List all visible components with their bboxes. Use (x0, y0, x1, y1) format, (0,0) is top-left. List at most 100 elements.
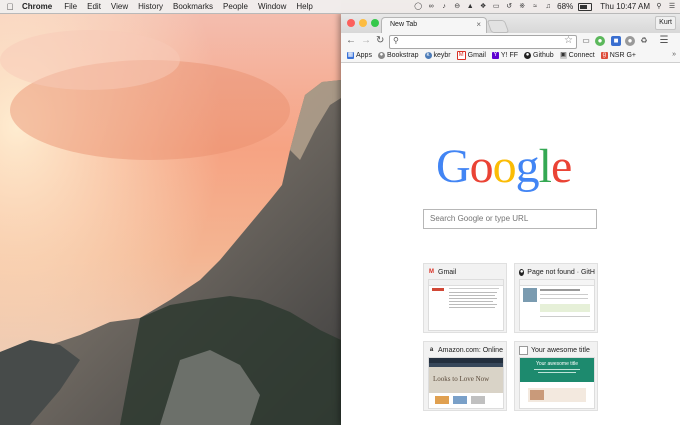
tile-header: M Gmail (428, 267, 504, 277)
google-logo-letter: o (492, 140, 517, 193)
apps-grid-icon: ▦ (347, 52, 354, 59)
profile-button[interactable]: Kurt (655, 16, 676, 30)
tab-title: New Tab (390, 21, 418, 28)
tile-title: Amazon.com: Online (438, 346, 503, 354)
bookstrap-icon: ● (377, 52, 385, 59)
tile-title: Page not found · GitH (527, 268, 595, 276)
spotlight-search-icon[interactable]: ⚲ (655, 3, 663, 11)
google-logo-letter: G (436, 140, 471, 193)
tile-header: Your awesome title (519, 345, 595, 355)
bookmark-nsr-gplus[interactable]: g NSR G+ (600, 52, 636, 59)
github-icon: ● (519, 268, 525, 276)
omnibox[interactable]: ⚲ ☆ (389, 35, 577, 49)
google-logo-letter: l (538, 140, 552, 193)
google-logo-letter: g (515, 140, 540, 193)
most-visited-tile-gmail[interactable]: M Gmail (423, 263, 507, 333)
bookmark-star-icon[interactable]: ☆ (564, 35, 573, 46)
wifi-icon[interactable]: ≈ (531, 3, 539, 11)
airplay-icon[interactable]: ▭ (492, 3, 500, 11)
bookmark-connect[interactable]: ▣ Connect (559, 52, 595, 59)
extension-blue-icon[interactable]: ■ (611, 36, 621, 46)
bookmark-keybr[interactable]: k keybr (424, 52, 451, 59)
bookmark-bookstrap[interactable]: ● Bookstrap (377, 52, 419, 59)
bookmarks-overflow-icon[interactable]: » (672, 51, 676, 58)
battery-percent[interactable]: 68% (557, 2, 573, 11)
battery-icon[interactable] (578, 2, 593, 11)
close-window-button[interactable] (347, 19, 355, 27)
status-circle-icon[interactable]: ◯ (414, 3, 422, 11)
menu-icon[interactable]: ☰ (659, 36, 669, 46)
tile-header: ● Page not found · GitH (519, 267, 595, 277)
gmail-icon: M (456, 51, 466, 60)
menu-extras: ◯ ∞ ♪ ⊖ ▲ ❖ ▭ ↺ ※ ≈ ♫ 68% Thu 10:47 AM ⚲… (414, 0, 676, 13)
disconnect-icon[interactable]: ● (625, 36, 635, 46)
search-box[interactable] (423, 209, 597, 229)
gmail-icon: M (429, 268, 434, 275)
recycle-icon[interactable]: ♻ (639, 36, 649, 46)
browser-toolbar: ← → ↻ ⚲ ☆ ▭ ● ■ ● ♻ ☰ (341, 33, 680, 49)
dropbox-icon[interactable]: ❖ (479, 3, 487, 11)
tile-thumbnail (428, 279, 504, 331)
menu-edit[interactable]: Edit (82, 2, 106, 11)
new-tab-button[interactable] (486, 20, 510, 33)
cast-icon[interactable]: ▭ (581, 36, 591, 46)
time-machine-icon[interactable]: ↺ (505, 3, 513, 11)
bookmark-label: Github (533, 52, 554, 59)
google-plus-icon: g (600, 52, 608, 59)
menu-bookmarks[interactable]: Bookmarks (168, 2, 218, 11)
menu-help[interactable]: Help (291, 2, 317, 11)
menu-bar:  Chrome File Edit View History Bookmark… (0, 0, 680, 14)
back-arrow-icon[interactable]: ← (346, 35, 356, 47)
notification-center-icon[interactable]: ☰ (668, 3, 676, 11)
menu-file[interactable]: File (59, 2, 82, 11)
menu-clock[interactable]: Thu 10:47 AM (600, 2, 650, 11)
keybr-icon: k (424, 52, 432, 59)
google-logo-letter: e (551, 140, 572, 193)
tile-header: a Amazon.com: Online (428, 345, 504, 355)
bookmark-github[interactable]: ● Github (524, 52, 554, 59)
maximize-window-button[interactable] (371, 19, 379, 27)
tab-new-tab[interactable]: New Tab × (381, 17, 487, 34)
bookmark-label: keybr (433, 52, 451, 59)
evernote-icon[interactable]: ● (595, 36, 605, 46)
bookmark-yahoo[interactable]: Y Y! FF (491, 52, 518, 59)
github-icon: ● (524, 52, 532, 59)
bell-icon[interactable]: ♪ (440, 3, 448, 11)
search-input[interactable] (428, 213, 592, 224)
tile-thumbnail: Your awesome title (519, 357, 595, 409)
google-logo: Google (436, 140, 572, 193)
menu-people[interactable]: People (218, 2, 253, 11)
no-entry-icon[interactable]: ⊖ (453, 3, 461, 11)
tile-title: Your awesome title (531, 346, 590, 354)
bookmark-label: Connect (568, 52, 595, 59)
volume-icon[interactable]: ♫ (544, 3, 552, 11)
bookmarks-bar: ▦ Apps ● Bookstrap k keybr M Gmail Y Y! … (341, 49, 680, 63)
most-visited-tile-github[interactable]: ● Page not found · GitH (514, 263, 598, 333)
search-icon: ⚲ (393, 36, 399, 45)
upload-icon[interactable]: ▲ (466, 3, 474, 11)
menu-app-name[interactable]: Chrome (20, 2, 59, 11)
minimize-window-button[interactable] (359, 19, 367, 27)
bookmark-gmail[interactable]: M Gmail (456, 51, 486, 60)
menu-window[interactable]: Window (253, 2, 291, 11)
wallpaper-mountain-image (0, 0, 341, 425)
most-visited-tile-amazon[interactable]: a Amazon.com: Online Looks to Love Now (423, 341, 507, 411)
page-icon (519, 345, 528, 355)
tab-close-icon[interactable]: × (476, 20, 481, 29)
amazon-icon: a (429, 346, 434, 353)
reload-icon[interactable]: ↻ (376, 35, 384, 47)
tile-thumbnail (519, 279, 595, 331)
google-logo-letter: o (469, 140, 494, 193)
forward-arrow-icon[interactable]: → (361, 35, 371, 47)
bookmark-label: Apps (356, 52, 372, 59)
bluetooth-icon[interactable]: ※ (518, 3, 526, 11)
apple-menu-icon[interactable]:  (0, 2, 20, 12)
glasses-icon[interactable]: ∞ (427, 3, 435, 11)
bookmark-apps[interactable]: ▦ Apps (347, 52, 372, 59)
yahoo-icon: Y (491, 52, 499, 59)
menu-view[interactable]: View (106, 2, 133, 11)
menu-history[interactable]: History (133, 2, 168, 11)
tile-title: Gmail (438, 268, 457, 276)
most-visited-tile-awesome[interactable]: Your awesome title Your awesome title (514, 341, 598, 411)
bookmark-label: Bookstrap (386, 52, 419, 59)
